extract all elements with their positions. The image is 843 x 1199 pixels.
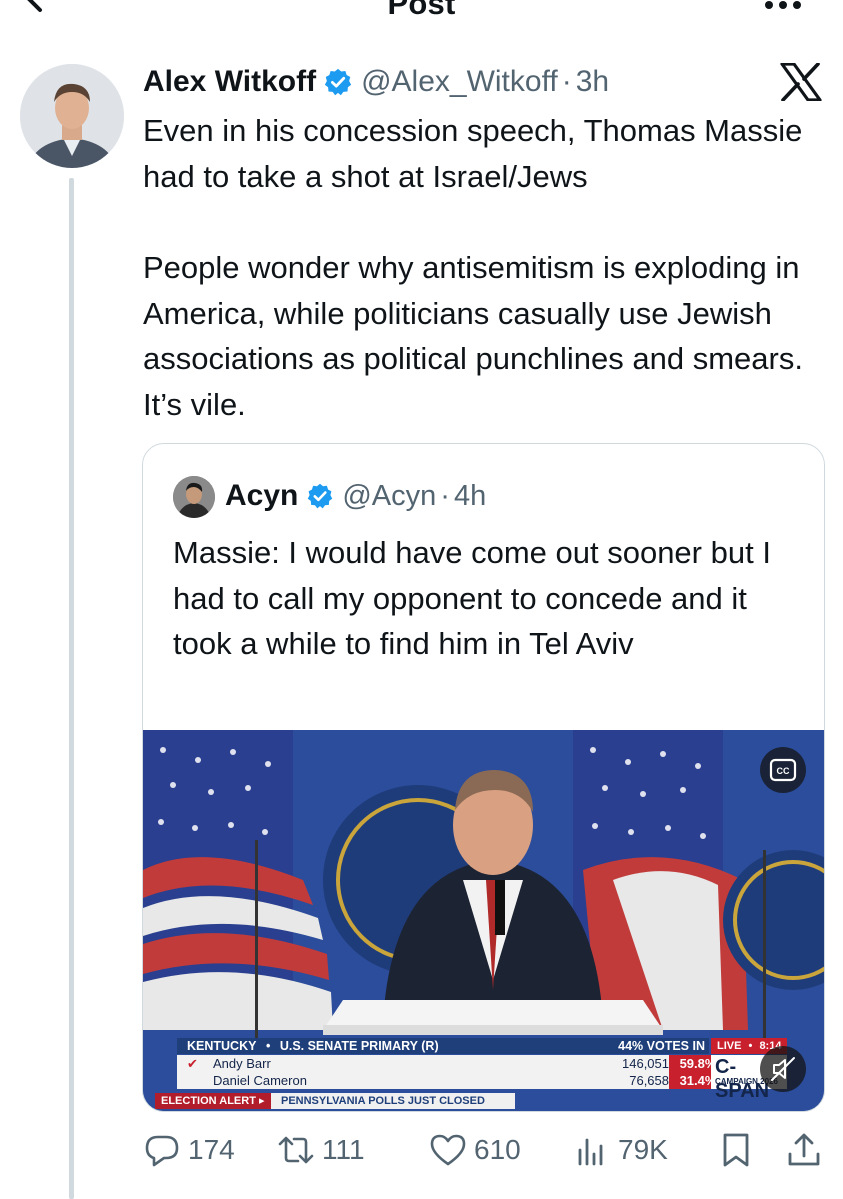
quoted-author-name[interactable]: Acyn	[225, 479, 298, 513]
reply-icon	[145, 1135, 179, 1167]
tweet-paragraph-2: People wonder why antisemitism is explod…	[143, 250, 803, 422]
verified-badge-icon	[324, 68, 352, 96]
repost-button[interactable]: 111	[276, 1126, 365, 1174]
tweet-text: Even in his concession speech, Thomas Ma…	[143, 108, 823, 427]
live-label: LIVE	[717, 1040, 742, 1052]
tweet-paragraph-1: Even in his concession speech, Thomas Ma…	[143, 113, 803, 194]
like-count: 610	[474, 1134, 521, 1165]
banner-votes-in: 44% VOTES IN	[597, 1038, 709, 1054]
alert-text: PENNSYLVANIA POLLS JUST CLOSED	[281, 1095, 485, 1107]
quoted-post-card[interactable]: Acyn @Acyn · 4h Massie: I would have com…	[142, 443, 825, 1112]
candidate-name: Daniel Cameron	[213, 1073, 307, 1088]
banner-race: U.S. SENATE PRIMARY (R)	[279, 1039, 439, 1053]
candidate-votes: 76,658	[629, 1073, 669, 1088]
views-count: 79K	[618, 1134, 668, 1165]
election-results-banner: KENTUCKY • U.S. SENATE PRIMARY (R) 44% V…	[177, 1038, 787, 1102]
quoted-author-row: Acyn @Acyn · 4h	[225, 474, 486, 518]
tweet-author-row: Alex Witkoff @Alex_Witkoff · 3h	[143, 60, 609, 104]
x-logo-icon	[780, 63, 822, 101]
author-avatar[interactable]	[20, 64, 124, 168]
views-chart-icon	[578, 1138, 603, 1166]
bookmark-icon	[723, 1133, 749, 1167]
svg-text:CC: CC	[777, 766, 790, 776]
live-bullet: •	[748, 1040, 753, 1052]
candidate-votes: 146,051	[622, 1056, 669, 1071]
heart-icon	[430, 1134, 466, 1166]
captions-button[interactable]: CC	[760, 747, 806, 793]
page-title: Post	[387, 0, 456, 21]
quoted-author-avatar[interactable]	[173, 476, 215, 518]
separator-dot: ·	[440, 479, 450, 512]
like-button[interactable]: 610	[428, 1126, 521, 1174]
separator-dot: ·	[561, 65, 572, 98]
alert-tag: ELECTION ALERT ▸	[155, 1093, 271, 1109]
reply-button[interactable]: 174	[142, 1126, 235, 1174]
candidate-name: Andy Barr	[213, 1056, 271, 1071]
repost-icon	[278, 1136, 314, 1164]
election-alert-ticker: ELECTION ALERT ▸ PENNSYLVANIA POLLS JUST…	[155, 1093, 515, 1109]
verified-badge-icon	[308, 483, 333, 509]
candidate-row: ✔ Andy Barr 146,051 59.8%	[177, 1055, 727, 1072]
banner-bullet: •	[265, 1039, 271, 1053]
banner-header: KENTUCKY • U.S. SENATE PRIMARY (R)	[177, 1038, 597, 1054]
repost-count: 111	[322, 1134, 365, 1165]
quoted-post-time[interactable]: 4h	[454, 480, 486, 513]
candidate-row: Daniel Cameron 76,658 31.4%	[177, 1072, 727, 1089]
bookmark-button[interactable]	[716, 1126, 756, 1174]
quoted-author-handle[interactable]: @Acyn	[342, 480, 436, 513]
post-action-bar: 174 111 610 79K	[142, 1126, 832, 1174]
reply-count: 174	[188, 1134, 235, 1165]
share-icon	[788, 1133, 820, 1166]
winner-check-icon: ✔	[187, 1056, 198, 1071]
share-button[interactable]	[784, 1126, 824, 1174]
speaker-muted-icon	[771, 1057, 795, 1081]
author-handle[interactable]: @Alex_Witkoff	[361, 65, 558, 99]
video-player[interactable]: CC KENTUCKY • U.S. SENATE PRIMARY (R) 44…	[143, 730, 824, 1111]
thread-line	[69, 178, 74, 1199]
more-horizontal-icon[interactable]	[763, 0, 803, 12]
author-name[interactable]: Alex Witkoff	[143, 65, 316, 99]
top-bar: Post	[0, 0, 843, 30]
views-button[interactable]: 79K	[572, 1126, 668, 1174]
post-time[interactable]: 3h	[576, 65, 609, 99]
banner-state: KENTUCKY	[187, 1039, 257, 1053]
person-photo-icon	[173, 476, 215, 518]
person-photo-icon	[20, 64, 124, 168]
captions-icon: CC	[769, 758, 797, 782]
quoted-post-text: Massie: I would have come out sooner but…	[173, 535, 771, 661]
mute-button[interactable]	[760, 1046, 806, 1092]
